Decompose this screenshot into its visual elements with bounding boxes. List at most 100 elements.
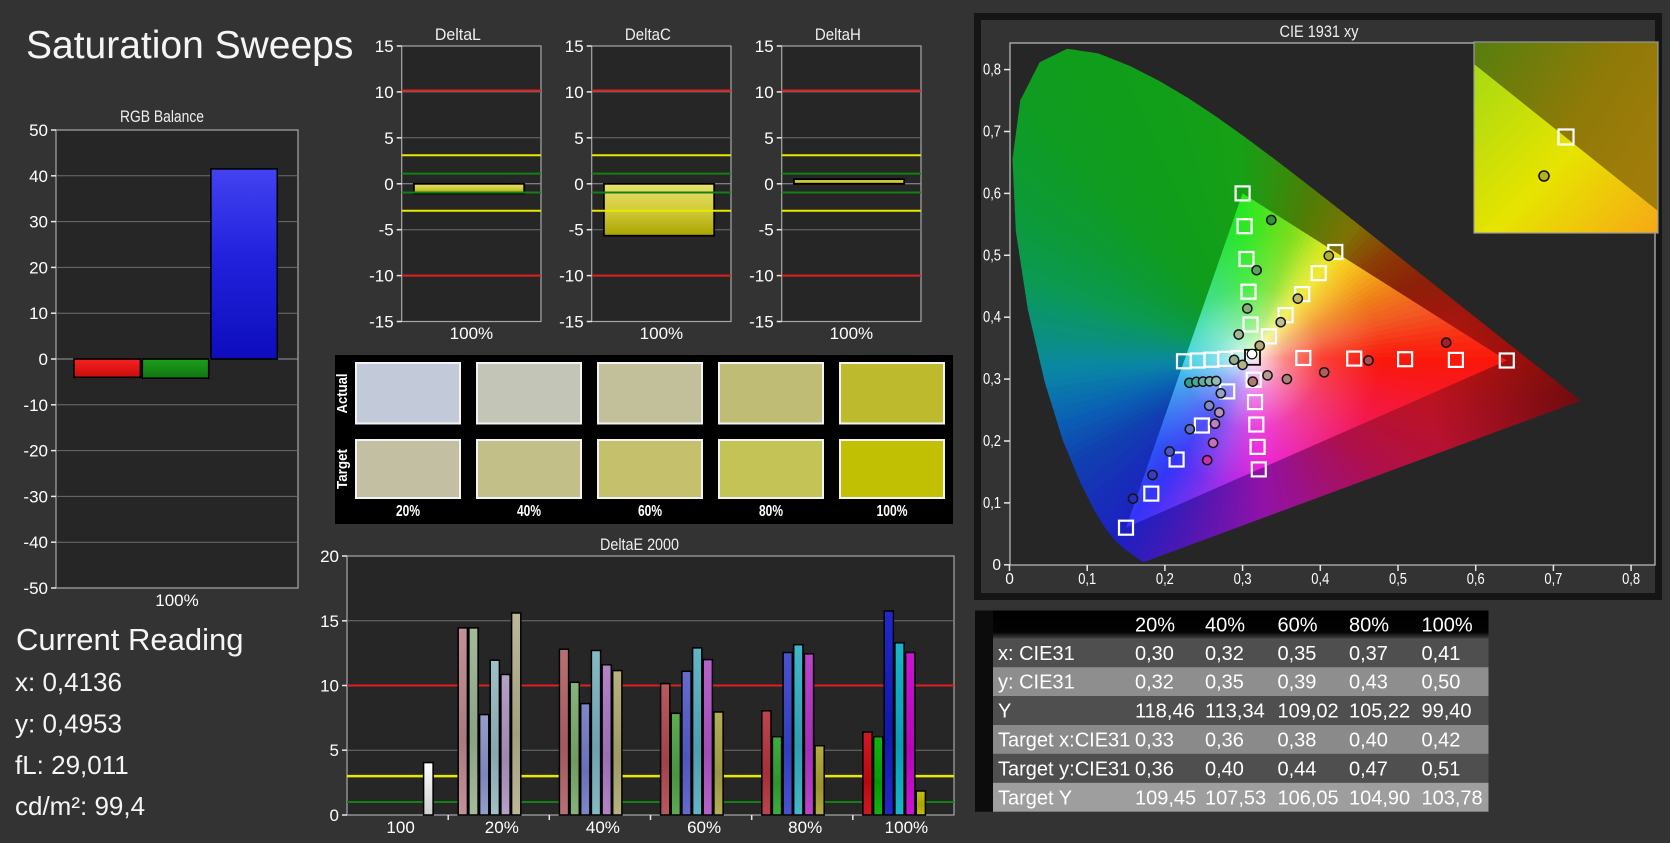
svg-text:0,2: 0,2 [983, 433, 1001, 450]
svg-text:0,36: 0,36 [1135, 758, 1174, 780]
svg-text:DeltaL: DeltaL [435, 25, 481, 44]
svg-text:Target y:CIE31: Target y:CIE31 [998, 758, 1130, 780]
svg-text:0,47: 0,47 [1349, 758, 1388, 780]
svg-text:100%: 100% [155, 591, 198, 610]
svg-text:-10: -10 [559, 267, 584, 286]
svg-text:Y: Y [998, 701, 1011, 723]
svg-text:0: 0 [764, 175, 773, 194]
svg-text:0,7: 0,7 [983, 124, 1001, 141]
svg-text:100%: 100% [1422, 615, 1473, 637]
svg-text:-15: -15 [369, 313, 394, 332]
svg-text:0,44: 0,44 [1278, 758, 1317, 780]
svg-text:-10: -10 [23, 396, 48, 415]
svg-text:0,35: 0,35 [1278, 643, 1317, 665]
svg-text:0,6: 0,6 [1467, 571, 1485, 588]
svg-text:80%: 80% [788, 818, 822, 837]
svg-text:106,05: 106,05 [1278, 787, 1339, 809]
svg-text:5: 5 [574, 129, 583, 148]
svg-text:y: CIE31: y: CIE31 [998, 672, 1075, 694]
svg-text:-20: -20 [23, 442, 48, 461]
svg-text:80%: 80% [1349, 615, 1389, 637]
svg-text:15: 15 [375, 37, 394, 56]
svg-text:0: 0 [384, 175, 393, 194]
svg-text:fL: 29,011: fL: 29,011 [15, 750, 129, 780]
svg-text:15: 15 [755, 37, 774, 56]
svg-text:0,4: 0,4 [983, 309, 1001, 326]
svg-text:103,78: 103,78 [1422, 787, 1483, 809]
svg-text:20%: 20% [396, 503, 420, 520]
svg-text:x: 0,4136: x: 0,4136 [15, 667, 122, 697]
svg-text:0,35: 0,35 [1205, 672, 1244, 694]
svg-text:0,50: 0,50 [1422, 672, 1461, 694]
svg-text:0,5: 0,5 [983, 247, 1001, 264]
svg-text:DeltaH: DeltaH [815, 25, 861, 44]
svg-text:40: 40 [29, 167, 48, 186]
svg-text:40%: 40% [1205, 615, 1245, 637]
svg-text:Current Reading: Current Reading [16, 622, 243, 657]
svg-text:0,7: 0,7 [1544, 571, 1562, 588]
svg-text:RGB Balance: RGB Balance [120, 107, 204, 126]
svg-text:15: 15 [565, 37, 584, 56]
svg-text:0,4: 0,4 [1311, 571, 1329, 588]
svg-text:60%: 60% [1278, 615, 1318, 637]
svg-text:-10: -10 [369, 267, 394, 286]
svg-text:40%: 40% [517, 503, 541, 520]
svg-text:0,32: 0,32 [1135, 672, 1174, 694]
svg-text:0: 0 [1005, 571, 1014, 588]
svg-text:0,39: 0,39 [1278, 672, 1317, 694]
svg-text:y: 0,4953: y: 0,4953 [15, 709, 122, 739]
svg-text:0,8: 0,8 [1622, 571, 1640, 588]
svg-text:0,42: 0,42 [1422, 730, 1461, 752]
svg-text:DeltaC: DeltaC [625, 25, 671, 44]
svg-text:10: 10 [755, 83, 774, 102]
svg-text:20%: 20% [1135, 615, 1175, 637]
svg-text:0: 0 [330, 806, 339, 825]
svg-text:0,1: 0,1 [983, 495, 1001, 512]
svg-text:0,3: 0,3 [983, 371, 1001, 388]
svg-text:100%: 100% [640, 324, 683, 343]
svg-text:10: 10 [565, 83, 584, 102]
svg-text:Target: Target [335, 449, 351, 489]
svg-text:20%: 20% [485, 818, 519, 837]
svg-text:10: 10 [375, 83, 394, 102]
svg-text:10: 10 [29, 304, 48, 323]
svg-text:80%: 80% [759, 503, 783, 520]
svg-text:60%: 60% [638, 503, 662, 520]
svg-text:109,45: 109,45 [1135, 787, 1196, 809]
svg-text:-15: -15 [559, 313, 584, 332]
svg-text:100: 100 [386, 818, 414, 837]
svg-text:-15: -15 [749, 313, 774, 332]
svg-text:0,38: 0,38 [1278, 730, 1317, 752]
svg-text:0,40: 0,40 [1205, 758, 1244, 780]
svg-text:107,53: 107,53 [1205, 787, 1266, 809]
svg-text:0,37: 0,37 [1349, 643, 1388, 665]
svg-text:100%: 100% [885, 818, 928, 837]
svg-text:40%: 40% [586, 818, 620, 837]
svg-text:20: 20 [320, 547, 339, 566]
svg-text:99,40: 99,40 [1422, 701, 1472, 723]
svg-text:10: 10 [320, 677, 339, 696]
svg-text:-30: -30 [23, 487, 48, 506]
svg-text:0,6: 0,6 [983, 185, 1001, 202]
svg-text:5: 5 [384, 129, 393, 148]
svg-text:0,30: 0,30 [1135, 643, 1174, 665]
svg-text:0: 0 [992, 557, 1001, 574]
svg-text:-5: -5 [379, 221, 394, 240]
svg-text:5: 5 [330, 741, 339, 760]
svg-text:0,41: 0,41 [1422, 643, 1461, 665]
svg-text:Saturation Sweeps: Saturation Sweeps [26, 24, 353, 67]
svg-text:0,32: 0,32 [1205, 643, 1244, 665]
svg-text:0: 0 [39, 350, 48, 369]
svg-text:0: 0 [574, 175, 583, 194]
svg-text:0,36: 0,36 [1205, 730, 1244, 752]
svg-text:15: 15 [320, 612, 339, 631]
svg-text:0,51: 0,51 [1422, 758, 1461, 780]
svg-text:0,5: 0,5 [1389, 571, 1407, 588]
svg-text:-5: -5 [759, 221, 774, 240]
svg-text:DeltaE 2000: DeltaE 2000 [600, 535, 679, 554]
svg-text:60%: 60% [687, 818, 721, 837]
svg-text:Target Y: Target Y [998, 787, 1072, 809]
svg-text:5: 5 [764, 129, 773, 148]
svg-text:20: 20 [29, 258, 48, 277]
svg-text:-5: -5 [569, 221, 584, 240]
